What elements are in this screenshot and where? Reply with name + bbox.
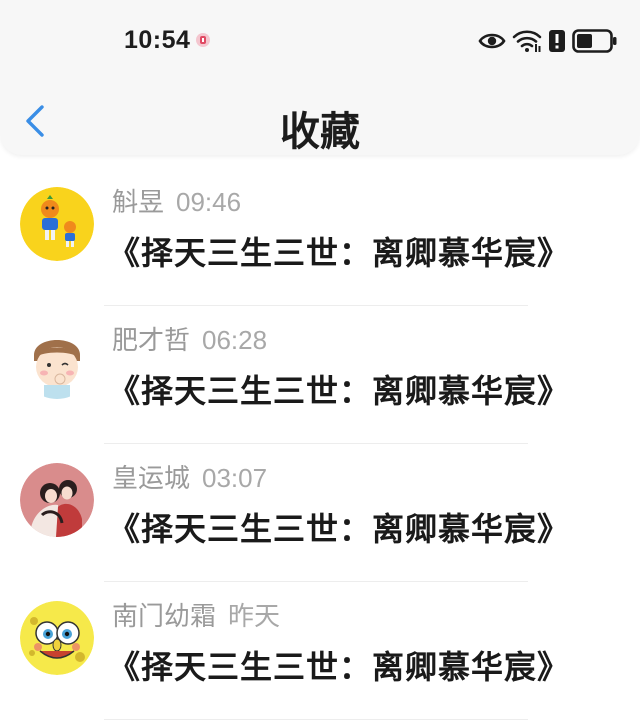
- favorite-content: 《择天三生三世：离卿慕华宸》: [108, 510, 571, 548]
- favorites-list: 斛昱 09:46 《择天三生三世：离卿慕华宸》 肥才哲 06:28 《择天三生三世：…: [0, 168, 640, 720]
- avatar: [20, 325, 94, 399]
- avatar: [20, 601, 94, 675]
- favorite-time: 06:28: [202, 325, 268, 355]
- sender-name: 肥才哲: [112, 326, 191, 356]
- alert-icon: [549, 30, 565, 52]
- couple-illustration-avatar: [20, 463, 94, 537]
- favorite-content: 《择天三生三世：离卿慕华宸》: [108, 234, 571, 272]
- eye-icon: [478, 33, 506, 49]
- status-time: 10:54: [124, 26, 191, 54]
- sender-name: 皇运城: [112, 464, 191, 494]
- notification-icon: [196, 33, 210, 47]
- favorite-time: 03:07: [202, 463, 268, 493]
- spongebob-avatar: [20, 601, 94, 675]
- favorite-content: 《择天三生三世：离卿慕华宸》: [108, 372, 571, 410]
- favorite-time: 09:46: [176, 187, 242, 217]
- favorite-content: 《择天三生三世：离卿慕华宸》: [108, 648, 571, 686]
- page-title: 收藏: [280, 109, 360, 155]
- favorite-item[interactable]: 南门幼霜 昨天 《择天三生三世：离卿慕华宸》: [0, 582, 640, 720]
- favorite-item[interactable]: 斛昱 09:46 《择天三生三世：离卿慕华宸》: [0, 168, 640, 306]
- top-bar: 10:54 收藏: [0, 0, 640, 155]
- wifi-icon: [512, 30, 542, 52]
- battery-icon: [572, 29, 617, 53]
- favorite-item[interactable]: 肥才哲 06:28 《择天三生三世：离卿慕华宸》: [0, 306, 640, 444]
- sender-name: 南门幼霜: [112, 602, 217, 632]
- avatar: [20, 187, 94, 261]
- avatar: [20, 463, 94, 537]
- status-icons: [478, 26, 618, 56]
- favorite-time: 昨天: [228, 601, 281, 631]
- favorite-item[interactable]: 皇运城 03:07 《择天三生三世：离卿慕华宸》: [0, 444, 640, 582]
- orange-cartoon-avatar: [20, 187, 94, 261]
- cartoon-boy-avatar: [20, 325, 94, 399]
- sender-name: 斛昱: [112, 188, 165, 218]
